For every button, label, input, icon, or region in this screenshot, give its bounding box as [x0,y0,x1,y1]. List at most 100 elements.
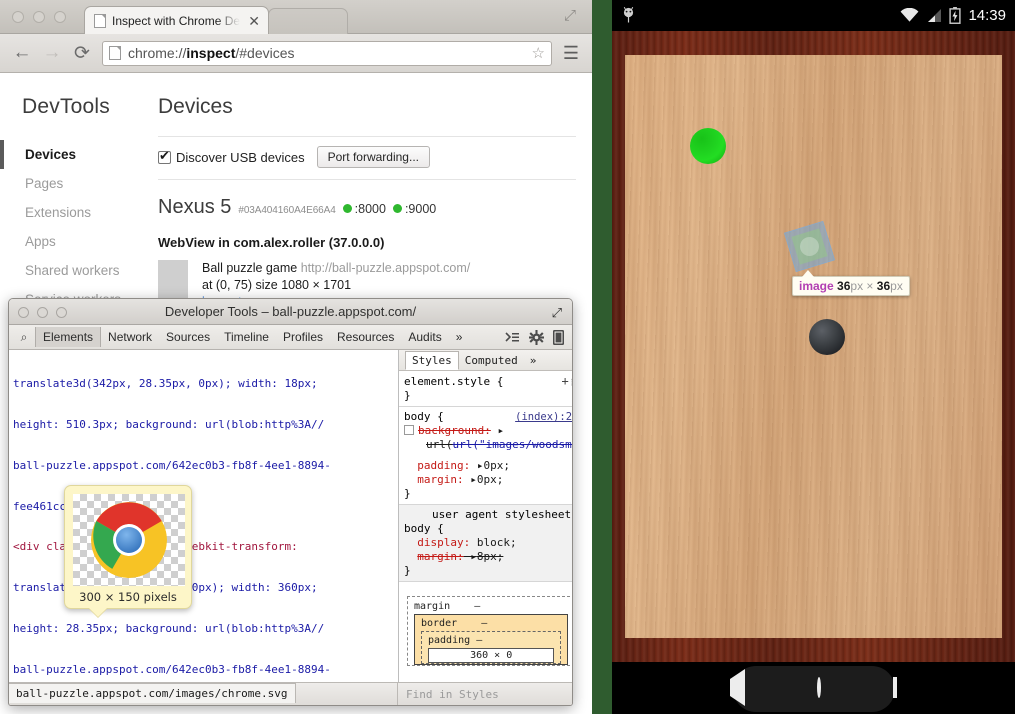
tab-overflow-chevron[interactable]: » [449,327,470,347]
property-name: display: [417,536,470,549]
close-window-button[interactable] [12,11,24,23]
discover-usb-devices-label: Discover USB devices [176,150,305,165]
tab-resources[interactable]: Resources [330,327,401,347]
pick-element-icon[interactable]: ⬚ [572,375,573,389]
element-style-rule[interactable]: element.style { + ⬚ } [399,371,573,407]
background-declaration[interactable]: background: ▸ [404,424,573,438]
elements-panel[interactable]: translate3d(342px, 28.35px, 0px); width:… [9,350,399,682]
property-name: margin: [417,550,463,563]
game-board[interactable]: image 36px × 36px [625,55,1002,638]
sidebar-item-devices[interactable]: Devices [22,140,148,169]
close-window-button[interactable] [18,307,29,318]
sidebar-item-apps[interactable]: Apps [22,227,148,256]
bookmark-star-icon[interactable]: ☆ [532,44,545,62]
tab-profiles[interactable]: Profiles [276,327,330,347]
box-model-border-value: – [481,618,487,629]
tab-styles[interactable]: Styles [405,351,459,370]
padding-declaration[interactable]: padding: ▸0px; [404,459,573,473]
new-tab-area[interactable] [268,8,348,34]
search-icon[interactable]: ⌕ [13,330,35,345]
inspected-element-highlight[interactable] [785,222,834,271]
box-model-content[interactable]: 360 × 0 [428,648,554,663]
status-url: ball-puzzle.appspot.com/images/chrome.sv… [9,683,296,703]
tooltip-height-unit: px [890,279,903,293]
address-bar-text: chrome://inspect/#devices [128,45,295,61]
tab-elements[interactable]: Elements [35,327,101,347]
property-checkbox[interactable] [404,425,414,435]
recents-icon[interactable] [893,679,897,697]
find-in-styles-input[interactable]: Find in Styles [397,683,572,706]
box-model-border-label: border [421,618,457,629]
window-traffic-lights[interactable] [12,11,66,23]
tab-timeline[interactable]: Timeline [217,327,276,347]
home-icon[interactable] [817,679,821,697]
android-navigation-bar [612,662,1015,714]
body-style-rule[interactable]: body { (index):25 background: ▸ url(url(… [399,407,573,505]
menu-icon[interactable]: ☰ [562,43,580,64]
android-device-screen: 14:39 image 36px × 36px [612,0,1015,714]
maximize-icon[interactable]: ⤢ [562,8,578,24]
background-value[interactable]: url(url("images/woodsm… [404,438,573,452]
devtools-traffic-lights[interactable] [18,307,67,318]
user-agent-style-rule: user agent stylesheet body { display: bl… [399,505,573,582]
android-robot-icon [621,7,636,24]
tab-sources[interactable]: Sources [159,327,217,347]
style-source-link[interactable]: (index):25 [515,410,573,424]
background-url: url("images/woodsm… [453,438,574,451]
url-host: inspect [186,45,235,61]
tooltip-separator: × [866,279,873,293]
wifi-icon [900,8,919,23]
margin-declaration[interactable]: margin: ▸0px; [404,473,573,487]
gear-icon[interactable] [529,330,544,345]
tab-computed[interactable]: Computed [459,352,524,369]
sidebar-item-extensions[interactable]: Extensions [22,198,148,227]
dock-icon[interactable] [505,331,520,344]
browser-toolbar: ← → ⟳ chrome://inspect/#devices ☆ ☰ [0,34,592,73]
port-label: :9000 [405,202,436,216]
maximize-icon[interactable]: ⤢ [552,305,562,321]
image-preview-canvas [73,494,185,586]
code-line: ball-puzzle.appspot.com/642ec0b3-fb8f-4e… [13,663,394,677]
popup-arrow [89,608,107,617]
box-model-margin[interactable]: margin – border – padding – 360 × 0 [407,596,573,666]
minimize-window-button[interactable] [37,307,48,318]
address-bar[interactable]: chrome://inspect/#devices ☆ [102,41,552,66]
devtools-title-bar: Developer Tools – ball-puzzle.appspot.co… [9,299,572,325]
devtools-window-title: Developer Tools – ball-puzzle.appspot.co… [165,304,416,319]
tab-network[interactable]: Network [101,327,159,347]
discover-usb-devices-checkbox[interactable]: Discover USB devices [158,150,305,165]
close-icon[interactable]: ✕ [246,14,262,28]
ua-rule-selector: body { [404,522,573,536]
tab-audits[interactable]: Audits [401,327,448,347]
tooltip-width: 36 [837,279,850,293]
back-icon[interactable]: ← [12,42,32,64]
reload-icon[interactable]: ⟳ [72,42,92,65]
tab-styles-overflow[interactable]: » [524,352,543,369]
status-dot-icon [393,204,402,213]
code-line: ball-puzzle.appspot.com/642ec0b3-fb8f-4e… [13,459,394,473]
box-model-margin-value: – [474,601,480,612]
checkbox-icon[interactable] [158,151,171,164]
box-model-padding-value: – [476,635,482,646]
box-model-border[interactable]: border – padding – 360 × 0 [414,614,568,665]
box-model-diagram[interactable]: margin – border – padding – 360 × 0 [399,582,573,682]
back-icon[interactable] [730,679,745,697]
webview-heading: WebView in com.alex.roller (37.0.0.0) [158,235,576,250]
minimize-window-button[interactable] [33,11,45,23]
browser-tab-active[interactable]: Inspect with Chrome Deve ✕ [84,6,269,34]
green-ball[interactable] [690,128,726,164]
device-mode-icon[interactable] [553,330,564,345]
screen: Inspect with Chrome Deve ✕ ⤢ ← → ⟳ chrom… [0,0,1015,714]
target-meta: at (0, 75) size 1080 × 1701 [202,277,470,294]
code-line: height: 28.35px; background: url(blob:ht… [13,622,394,636]
zoom-window-button[interactable] [56,307,67,318]
box-model-padding[interactable]: padding – 360 × 0 [421,631,561,664]
sidebar-item-pages[interactable]: Pages [22,169,148,198]
forward-icon[interactable]: → [42,42,62,64]
port-forwarding-button[interactable]: Port forwarding... [317,146,430,168]
zoom-window-button[interactable] [54,11,66,23]
add-rule-icon[interactable]: + [561,374,571,388]
dark-ball[interactable] [809,319,845,355]
sidebar-item-shared-workers[interactable]: Shared workers [22,256,148,285]
sidebar-item-label: Devices [25,147,76,162]
